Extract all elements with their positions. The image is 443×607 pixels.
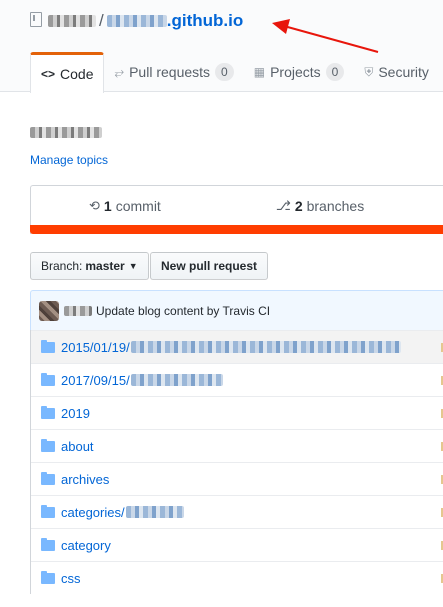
repo-name-link[interactable]: .github.io [167, 11, 243, 31]
manage-topics-link[interactable]: Manage topics [30, 153, 108, 167]
repo-nav-tabs: <> Code ⥂ Pull requests 0 ▦ Projects 0 ⛨… [30, 52, 439, 93]
commits-link[interactable]: ⟲ 1 commit [89, 198, 161, 214]
file-row[interactable]: css [31, 561, 443, 594]
file-row[interactable]: category [31, 528, 443, 561]
file-list: 2015/01/19/ 2017/09/15/ 2019 about archi… [30, 330, 443, 594]
file-row[interactable]: 2019 [31, 396, 443, 429]
repo-summary: ⟲ 1 commit ⎇ 2 branches [30, 185, 443, 234]
tab-security[interactable]: ⛨ Security [354, 52, 439, 92]
branch-icon: ⎇ [275, 198, 291, 213]
history-icon: ⟲ [89, 198, 100, 213]
repo-header: / .github.io <> Code ⥂ Pull requests 0 ▦… [0, 0, 443, 93]
folder-icon [41, 504, 55, 518]
owner-link-redacted[interactable] [48, 15, 96, 27]
folder-icon [41, 537, 55, 551]
repo-icon [30, 12, 42, 27]
file-row[interactable]: about [31, 429, 443, 462]
pull-request-icon: ⥂ [114, 64, 125, 79]
folder-icon [41, 372, 55, 386]
projects-count: 0 [325, 63, 345, 81]
tab-pull-requests[interactable]: ⥂ Pull requests 0 [104, 52, 243, 92]
folder-icon [41, 471, 55, 485]
folder-icon [41, 570, 55, 584]
avatar[interactable] [39, 300, 59, 321]
annotation-arrow [272, 19, 379, 53]
tab-projects[interactable]: ▦ Projects 0 [244, 52, 355, 92]
folder-icon [41, 438, 55, 452]
branch-select-button[interactable]: Branch: master ▼ [30, 252, 149, 280]
folder-icon [41, 405, 55, 419]
new-pull-request-button[interactable]: New pull request [150, 252, 269, 280]
latest-commit-bar: Update blog content by Travis CI [30, 290, 443, 331]
language-bar[interactable] [30, 225, 443, 234]
repo-description-redacted [30, 124, 102, 139]
shield-icon: ⛨ [364, 64, 374, 79]
tab-code[interactable]: <> Code [30, 52, 105, 93]
file-row[interactable]: 2017/09/15/ [31, 363, 443, 396]
project-icon: ▦ [253, 65, 266, 79]
caret-down-icon: ▼ [128, 261, 138, 271]
path-separator: / [99, 11, 104, 30]
repo-title: / .github.io [48, 11, 243, 31]
code-icon: <> [41, 67, 56, 81]
pull-requests-count: 0 [215, 63, 234, 81]
commit-author-redacted[interactable] [64, 305, 92, 316]
file-row[interactable]: archives [31, 462, 443, 495]
repo-name-redacted[interactable] [106, 15, 167, 27]
file-row[interactable]: categories/ [31, 495, 443, 528]
file-row[interactable]: 2015/01/19/ [31, 330, 443, 363]
folder-icon [41, 339, 55, 353]
branches-link[interactable]: ⎇ 2 branches [276, 198, 364, 214]
commit-message[interactable]: Update blog content by Travis CI [96, 304, 270, 318]
